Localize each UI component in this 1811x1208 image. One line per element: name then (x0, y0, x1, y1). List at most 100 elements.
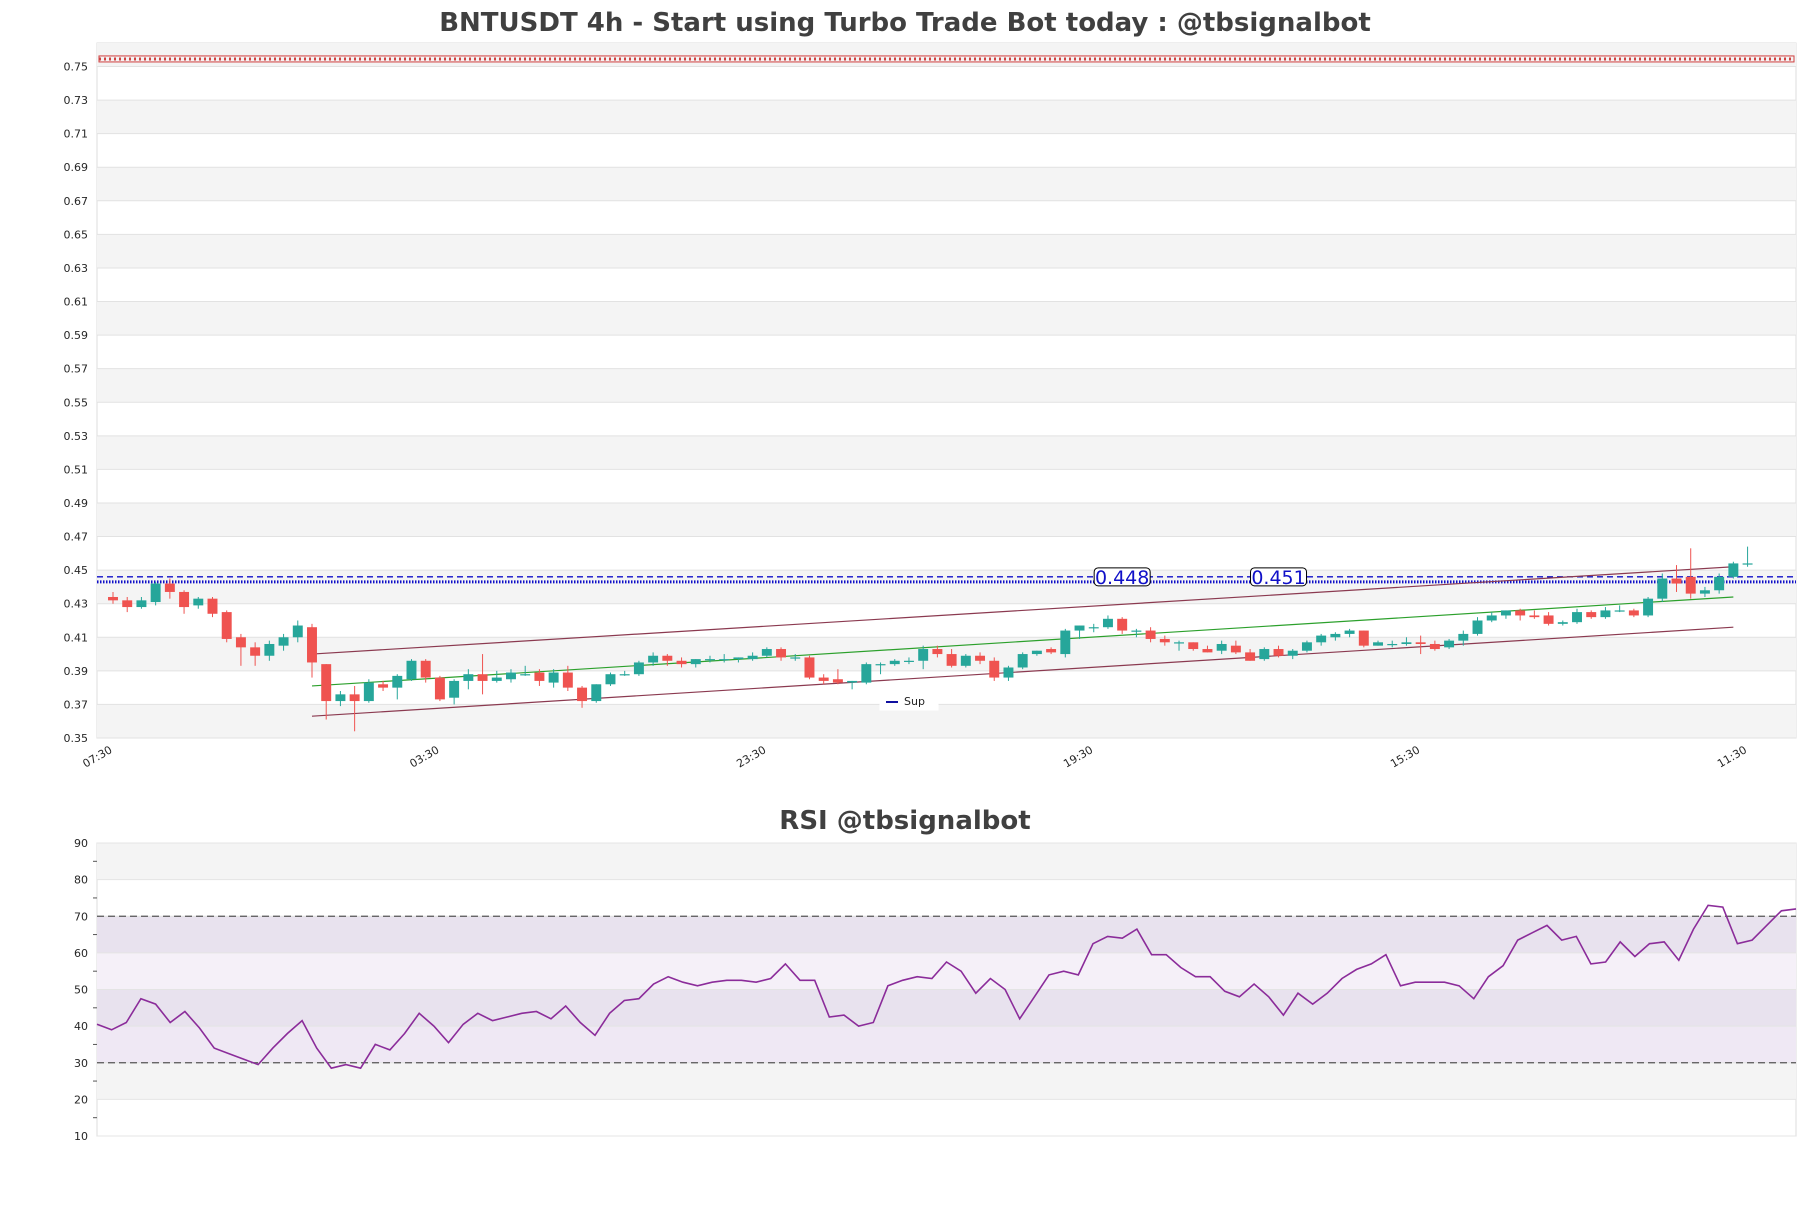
candle-body (548, 672, 559, 683)
candle-body (1273, 649, 1284, 656)
candle-body (434, 677, 445, 700)
candle-body (1373, 642, 1383, 646)
candle-body (1685, 576, 1696, 594)
candle-body (1415, 642, 1426, 644)
y-tick-label: 0.43 (64, 598, 89, 611)
candle-body (1003, 667, 1014, 678)
y-tick-label: 0.45 (64, 564, 89, 577)
y-tick-label: 0.71 (64, 128, 89, 141)
rsi-chart-title: RSI @tbsignalbot (779, 806, 1030, 836)
y-tick-label: 0.59 (64, 329, 89, 342)
candle-body (1358, 630, 1369, 646)
candle-body (1572, 612, 1582, 623)
candle-body (1088, 627, 1099, 629)
candle-body (1102, 618, 1113, 628)
candle-body (1657, 578, 1668, 599)
x-tick-label: 19:30 (1061, 743, 1095, 770)
candle-body (818, 677, 829, 681)
rsi-grid-band (97, 916, 1796, 953)
candle-body (847, 680, 858, 683)
candle-body (1159, 638, 1170, 643)
candle-body (1174, 642, 1185, 644)
candle-body (378, 684, 389, 688)
candle-body (264, 643, 275, 656)
y-tick-label: 0.51 (64, 463, 89, 476)
candle-body (1330, 633, 1341, 638)
candle-body (761, 649, 772, 656)
candle-body (776, 649, 787, 658)
candle-body (832, 679, 843, 683)
candle-body (477, 674, 488, 681)
candle-body (1458, 633, 1469, 641)
x-tick-label: 07:30 (81, 743, 115, 770)
candle-body (506, 672, 516, 680)
candle-body (449, 680, 460, 698)
candle-body (932, 649, 943, 655)
candle-body (918, 649, 929, 661)
candle-body (1287, 650, 1298, 656)
candle-body (179, 591, 190, 608)
grid-band (97, 435, 1796, 470)
rsi-y-tick-label: 40 (74, 1020, 88, 1033)
y-tick-label: 0.73 (64, 94, 89, 107)
rsi-grid-band (97, 1062, 1796, 1100)
candle-body (1017, 654, 1028, 668)
level-annotation-label: 0.451 (1251, 567, 1305, 589)
candle-body (1429, 643, 1440, 650)
candle-body (122, 600, 133, 608)
candle-body (1543, 615, 1554, 624)
candle-body (975, 655, 986, 661)
grid-band (97, 234, 1796, 268)
candle-body (591, 684, 602, 702)
rsi-y-tick-label: 80 (74, 874, 88, 887)
candle-body (292, 625, 303, 638)
grid-band (97, 100, 1796, 134)
candle-body (1316, 635, 1327, 643)
candle-body (662, 655, 673, 661)
candle-body (1586, 612, 1597, 618)
candle-body (1202, 649, 1213, 653)
candle-body (562, 672, 573, 688)
rsi-y-tick-label: 90 (74, 837, 88, 850)
candle-body (1216, 643, 1227, 651)
candle-body (1046, 649, 1057, 653)
candle-body (335, 694, 346, 702)
grid-band (97, 502, 1796, 537)
candle-body (1472, 620, 1483, 634)
candle-body (690, 659, 701, 665)
candle-body (491, 677, 502, 681)
candle-body (577, 687, 588, 702)
candle-body (207, 598, 218, 614)
candle-body (1728, 563, 1739, 577)
y-tick-label: 0.35 (64, 732, 89, 745)
candle-body (1742, 563, 1753, 565)
y-tick-label: 0.37 (64, 698, 89, 711)
candle-body (534, 672, 545, 681)
candle-body (875, 664, 886, 666)
candle-body (392, 675, 403, 688)
rsi-y-tick-label: 60 (74, 947, 88, 960)
rsi-grid-band (97, 952, 1796, 990)
candle-body (1074, 625, 1085, 631)
candle-body (1401, 642, 1412, 644)
candle-body (1500, 610, 1511, 616)
y-tick-label: 0.53 (64, 430, 89, 443)
candle-body (1145, 630, 1156, 639)
candle-body (989, 660, 1000, 678)
y-tick-label: 0.39 (64, 665, 89, 678)
candle-body (1060, 630, 1071, 655)
candle-body (790, 657, 801, 659)
candle-body (648, 655, 659, 663)
candle-body (605, 674, 616, 685)
y-tick-label: 0.65 (64, 228, 89, 241)
rsi-grid-band (97, 843, 1796, 880)
grid-band (97, 368, 1796, 403)
candle-body (278, 637, 289, 646)
rsi-chart-layer: 10 20 30 40 50 60 70 80 90 (74, 837, 1797, 1143)
candle-body (221, 612, 232, 639)
grid-band (97, 43, 1796, 67)
candle-body (960, 655, 971, 666)
candle-body (1614, 610, 1625, 612)
rsi-y-tick-label: 20 (74, 1093, 88, 1106)
candle-body (747, 655, 758, 660)
